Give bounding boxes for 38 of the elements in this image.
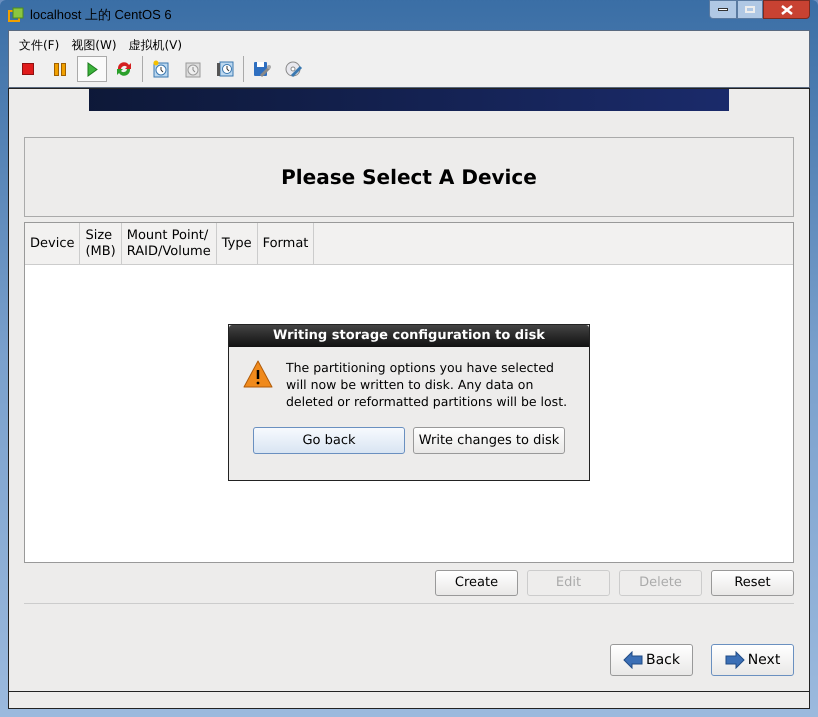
action-button[interactable]: Create: [435, 570, 518, 596]
menu-item[interactable]: 文件(F): [19, 36, 60, 54]
menu-item[interactable]: 虚拟机(V): [128, 36, 182, 54]
menu-item[interactable]: 视图(W): [71, 36, 116, 54]
dialog-message: The partitioning options you have selected will now be written to disk. Any data on deleted or reformatted partitions will be lost.: [286, 359, 568, 410]
maximize-icon: [745, 6, 755, 13]
nav-button[interactable]: Back: [610, 644, 693, 676]
clock-icon: [216, 60, 234, 78]
maximize-button[interactable]: [737, 0, 763, 19]
dialog-button[interactable]: Write changes to disk: [413, 427, 565, 454]
close-button[interactable]: [763, 0, 810, 19]
nav-button[interactable]: Next: [711, 644, 794, 676]
stop-icon: [22, 63, 34, 75]
column-header[interactable]: Mount Point/ RAID/Volume: [122, 223, 217, 264]
toolbar-button[interactable]: [77, 56, 107, 82]
action-button[interactable]: Reset: [711, 570, 794, 596]
minimize-icon: [718, 8, 728, 11]
app-icon: [8, 7, 24, 23]
minimize-button[interactable]: [709, 0, 737, 19]
disc-wrench-icon: [285, 60, 303, 78]
column-header[interactable]: Type: [216, 223, 258, 264]
column-header[interactable]: Device: [25, 223, 80, 264]
page-heading: Please Select A Device: [281, 164, 537, 191]
pause-icon: [54, 62, 66, 76]
refresh-icon: [115, 60, 133, 78]
close-icon: [780, 4, 792, 14]
window-title: localhost 上的 CentOS 6: [30, 6, 172, 24]
right-arrow-icon: [724, 651, 745, 669]
clock-icon: [184, 60, 202, 78]
dialog-title: Writing storage configuration to disk: [273, 327, 545, 346]
clock-icon: [152, 60, 170, 78]
warning-icon: [242, 359, 274, 389]
left-arrow-icon: [623, 651, 643, 669]
floppy-wrench-icon: [253, 60, 271, 78]
column-header[interactable]: Format: [258, 223, 314, 264]
column-header[interactable]: Size (MB): [80, 223, 122, 264]
play-icon: [86, 62, 98, 76]
dialog-button[interactable]: Go back: [253, 427, 405, 454]
